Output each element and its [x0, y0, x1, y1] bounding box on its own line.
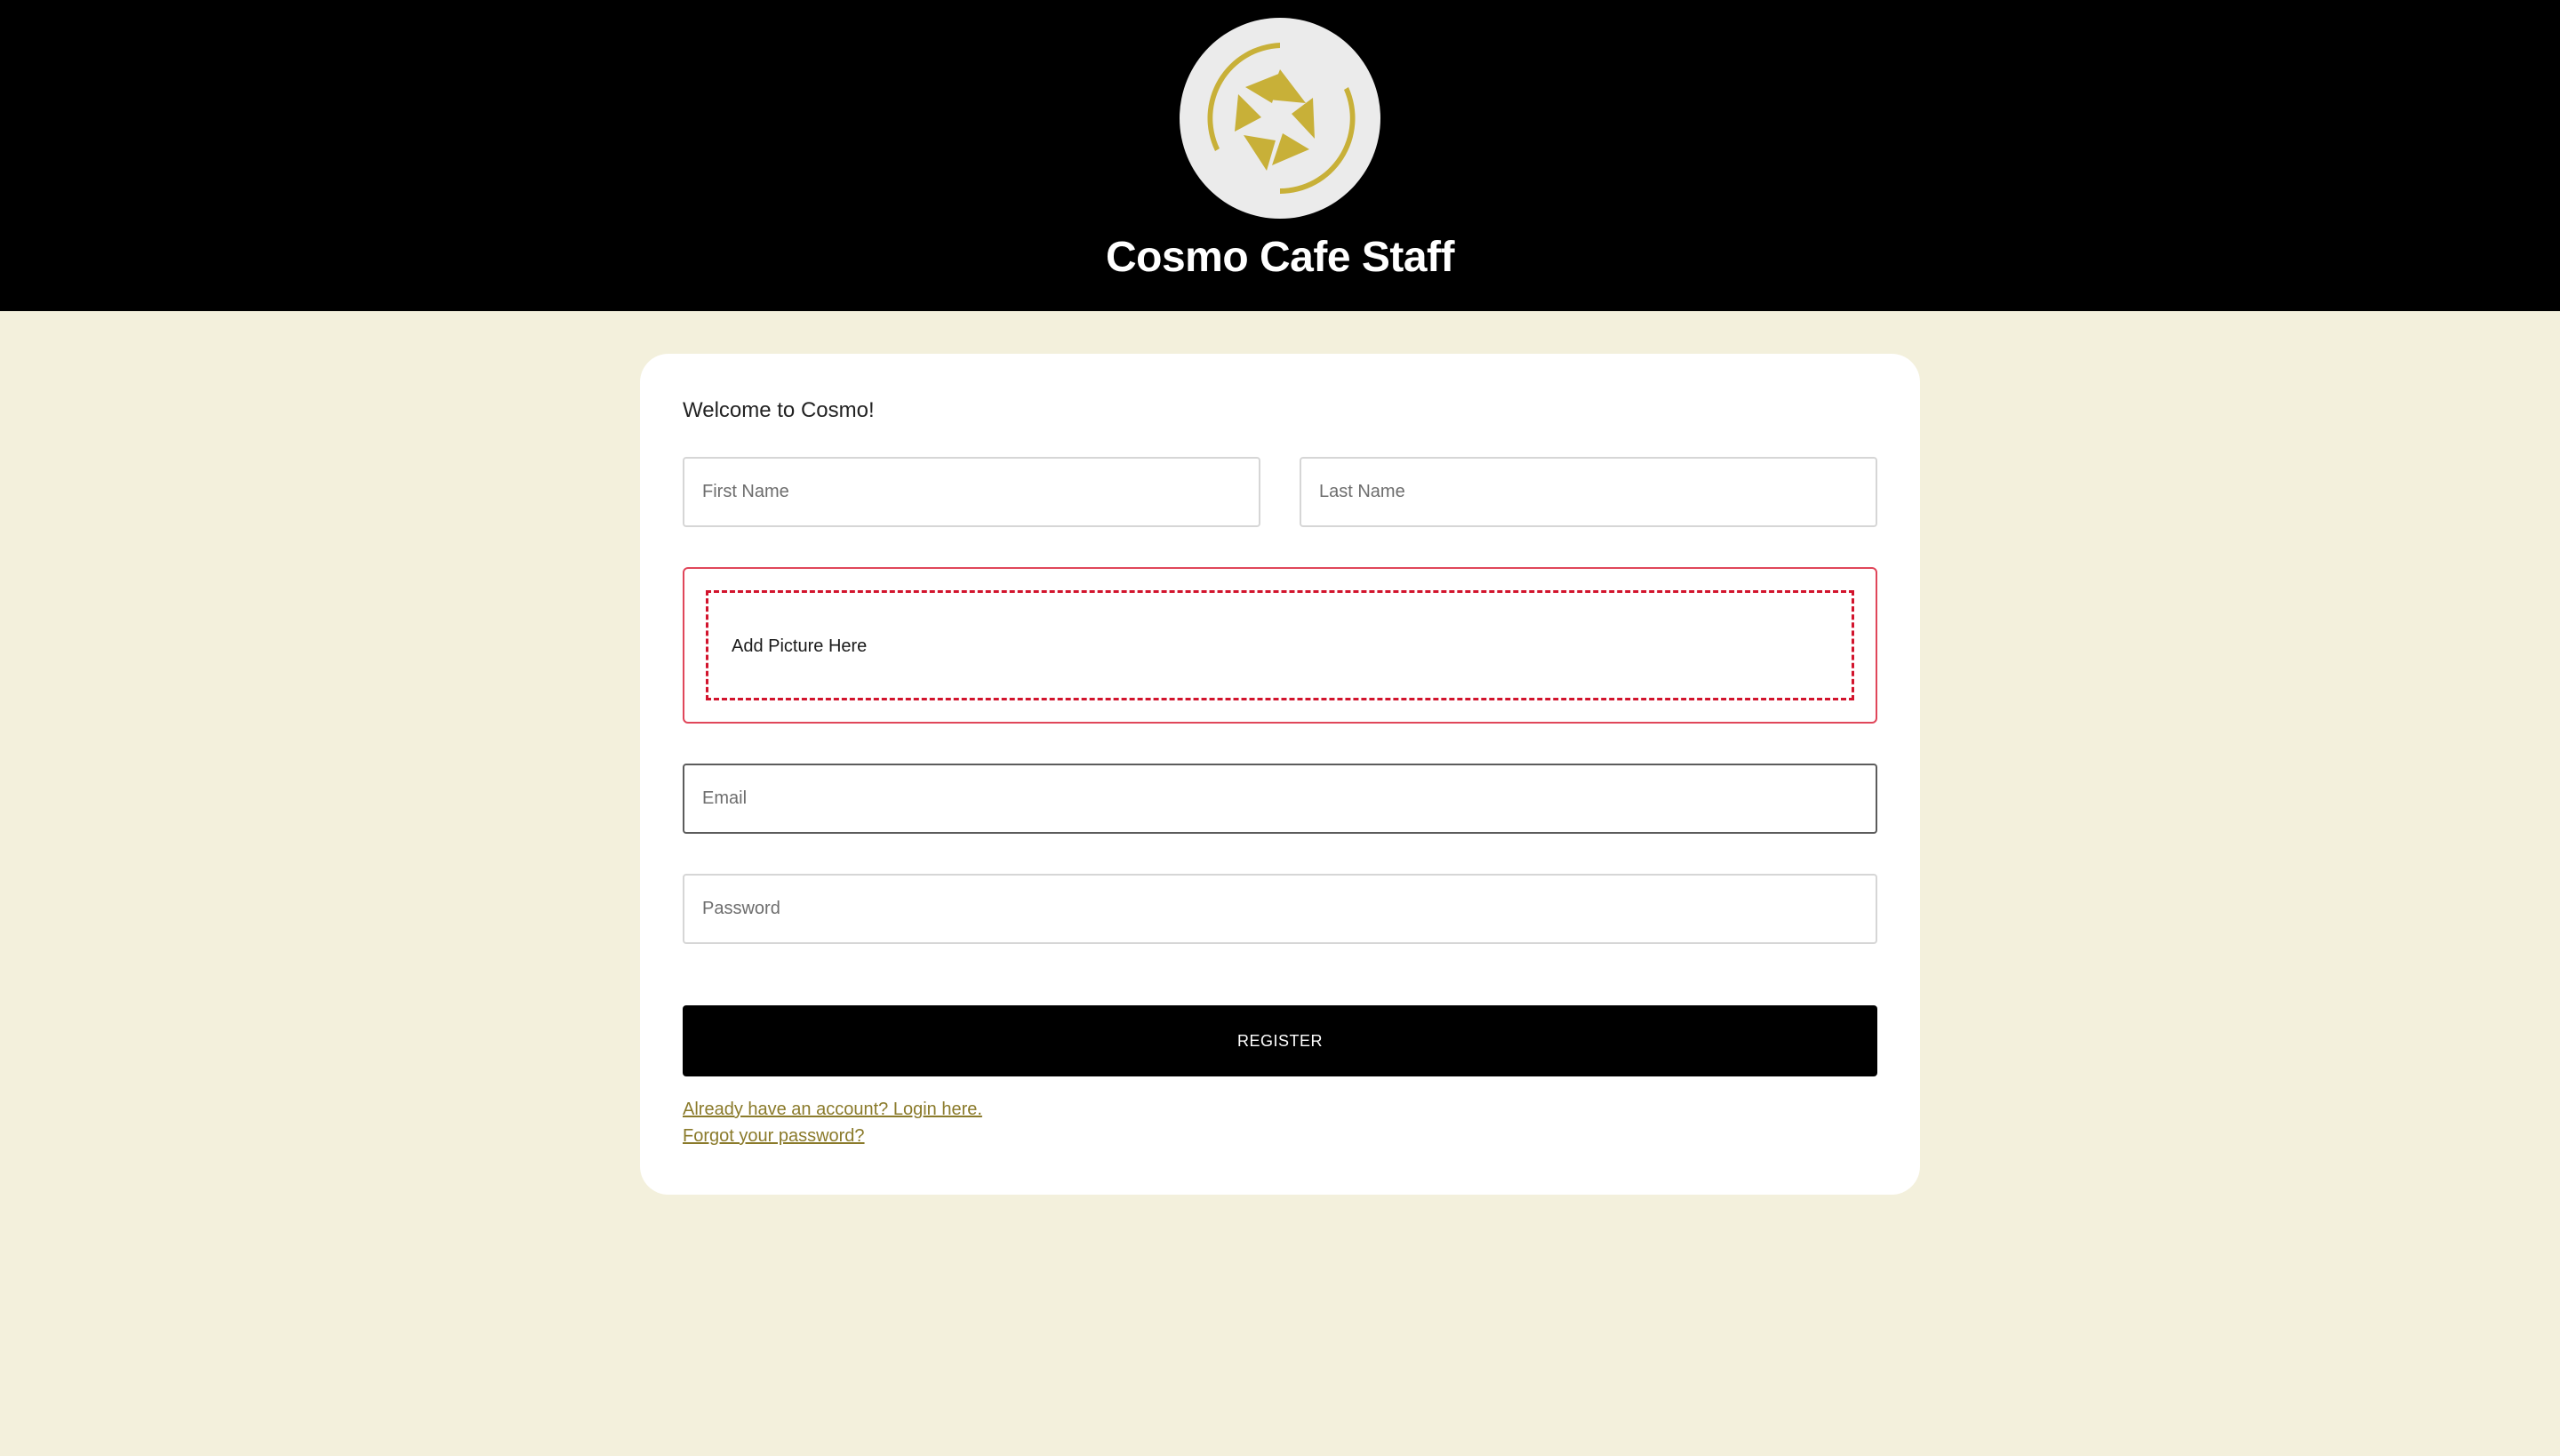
header: Cosmo Cafe Staff	[0, 0, 2560, 311]
register-button[interactable]: REGISTER	[683, 1005, 1877, 1076]
first-name-input[interactable]	[683, 457, 1260, 527]
email-input[interactable]	[683, 764, 1877, 834]
picture-upload: Add Picture Here	[683, 567, 1877, 724]
picture-dropzone[interactable]: Add Picture Here	[706, 590, 1854, 700]
logo	[1180, 18, 1380, 219]
picture-upload-label: Add Picture Here	[732, 636, 868, 656]
forgot-password-link[interactable]: Forgot your password?	[683, 1124, 865, 1148]
app-title: Cosmo Cafe Staff	[1105, 234, 1455, 281]
cosmo-logo-icon	[1207, 43, 1356, 194]
last-name-input[interactable]	[1300, 457, 1877, 527]
login-link[interactable]: Already have an account? Login here.	[683, 1097, 982, 1122]
password-input[interactable]	[683, 874, 1877, 944]
welcome-text: Welcome to Cosmo!	[683, 398, 875, 422]
